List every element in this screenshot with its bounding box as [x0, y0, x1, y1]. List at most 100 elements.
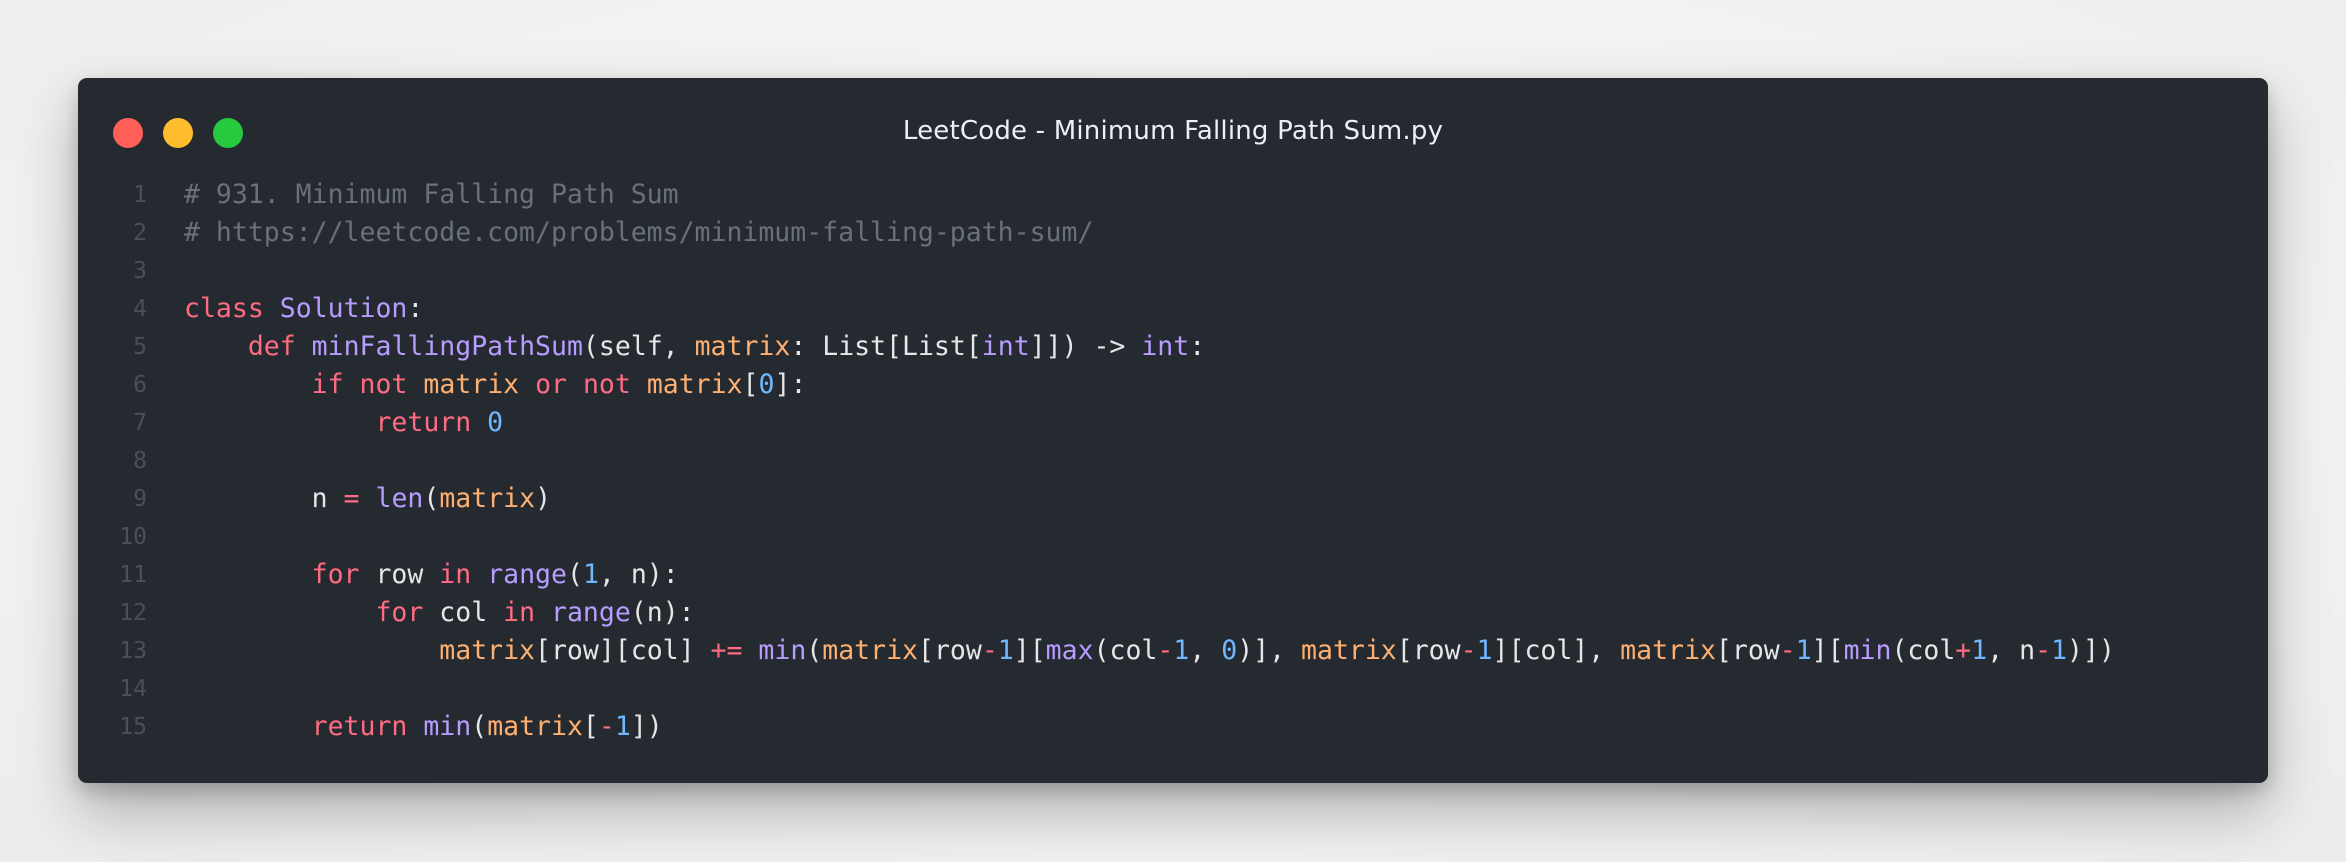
plain-token: ( [806, 635, 823, 666]
code-line[interactable]: 1 # 931. Minimum Falling Path Sum [78, 176, 2268, 214]
plain-token: , n [1987, 635, 2036, 666]
plain-token: n [184, 483, 344, 514]
code-line[interactable]: 5 def minFallingPathSum(self, matrix: Li… [78, 328, 2268, 366]
variable-token: matrix [822, 635, 918, 666]
line-number: 6 [133, 372, 147, 398]
variable-token: matrix [439, 483, 536, 514]
number-token: 1 [614, 711, 631, 742]
operator-token: - [2035, 635, 2052, 666]
builtin-token: min [423, 711, 472, 742]
builtin-token: range [551, 597, 631, 628]
variable-token: matrix [694, 331, 791, 362]
plain-token: ]) [630, 711, 663, 742]
builtin-token: min [1843, 635, 1892, 666]
code-line[interactable]: 8 [78, 442, 2268, 480]
plain-token: (self, [582, 331, 695, 362]
code-line[interactable]: 14 [78, 670, 2268, 708]
variable-token: matrix [487, 711, 583, 742]
function-name-token: minFallingPathSum [311, 331, 583, 362]
plain-token: , n): [598, 559, 679, 590]
builtin-token: min [758, 635, 807, 666]
code-window: LeetCode - Minimum Falling Path Sum.py 1… [78, 78, 2268, 783]
comment-token: # 931. Minimum Falling Path Sum [184, 179, 679, 210]
operator-token: - [1460, 635, 1477, 666]
code-line[interactable]: 13 matrix[row][col] += min(matrix[row-1]… [78, 632, 2268, 670]
code-text: def minFallingPathSum(self, matrix: List… [184, 328, 1205, 366]
code-line[interactable]: 12 for col in range(n): [78, 594, 2268, 632]
plain-token: ) [535, 483, 552, 514]
line-number: 14 [119, 676, 147, 702]
keyword-token: not [359, 369, 408, 400]
plain-token: )], [1237, 635, 1302, 666]
plain-token: ][col], [1492, 635, 1621, 666]
code-text: class Solution: [184, 290, 423, 328]
line-number: 3 [133, 258, 147, 284]
plain-token: col [423, 597, 504, 628]
code-line[interactable]: 7 return 0 [78, 404, 2268, 442]
plain-token: ]]) -> [1029, 331, 1142, 362]
code-text: # https://leetcode.com/problems/minimum-… [184, 214, 1093, 252]
line-number: 7 [133, 410, 147, 436]
plain-token: ]: [774, 369, 807, 400]
builtin-token: len [375, 483, 424, 514]
plain-token: : [407, 293, 424, 324]
keyword-token: in [439, 559, 472, 590]
number-token: 1 [997, 635, 1014, 666]
operator-token: - [981, 635, 998, 666]
code-line[interactable]: 4 class Solution: [78, 290, 2268, 328]
variable-token: matrix [646, 369, 743, 400]
builtin-token: int [1141, 331, 1190, 362]
code-line[interactable]: 6 if not matrix or not matrix[0]: [78, 366, 2268, 404]
code-line[interactable]: 3 [78, 252, 2268, 290]
line-number: 4 [133, 296, 147, 322]
number-token: 0 [487, 407, 504, 438]
builtin-token: max [1045, 635, 1094, 666]
plain-token: ][ [1811, 635, 1844, 666]
builtin-token: range [487, 559, 567, 590]
line-number: 9 [133, 486, 147, 512]
code-line[interactable]: 11 for row in range(1, n): [78, 556, 2268, 594]
operator-token: += [710, 635, 743, 666]
line-number: 10 [119, 524, 147, 550]
code-text: for row in range(1, n): [184, 556, 679, 594]
line-number: 13 [119, 638, 147, 664]
plain-token: (col [1093, 635, 1158, 666]
code-line[interactable]: 2 # https://leetcode.com/problems/minimum… [78, 214, 2268, 252]
class-name-token: Solution [279, 293, 408, 324]
code-text: # 931. Minimum Falling Path Sum [184, 176, 679, 214]
number-token: 1 [1795, 635, 1812, 666]
plain-token: (col [1891, 635, 1956, 666]
code-editor[interactable]: 1 # 931. Minimum Falling Path Sum 2 # https… [78, 176, 2268, 746]
code-text: n = len(matrix) [184, 480, 551, 518]
keyword-token: return [375, 407, 472, 438]
keyword-token: in [503, 597, 536, 628]
plain-token: [row [917, 635, 982, 666]
plain-token: ][ [1013, 635, 1046, 666]
operator-token: = [343, 483, 360, 514]
variable-token: matrix [1620, 635, 1716, 666]
plain-token: ( [423, 483, 440, 514]
code-line[interactable]: 10 [78, 518, 2268, 556]
code-text: return min(matrix[-1]) [184, 708, 663, 746]
number-token: 1 [1173, 635, 1190, 666]
code-line[interactable]: 9 n = len(matrix) [78, 480, 2268, 518]
line-number: 12 [119, 600, 147, 626]
line-number: 8 [133, 448, 147, 474]
code-line[interactable]: 15 return min(matrix[-1]) [78, 708, 2268, 746]
plain-token: row [359, 559, 440, 590]
number-token: 1 [1476, 635, 1493, 666]
keyword-token: for [311, 559, 360, 590]
plain-token: ( [566, 559, 583, 590]
